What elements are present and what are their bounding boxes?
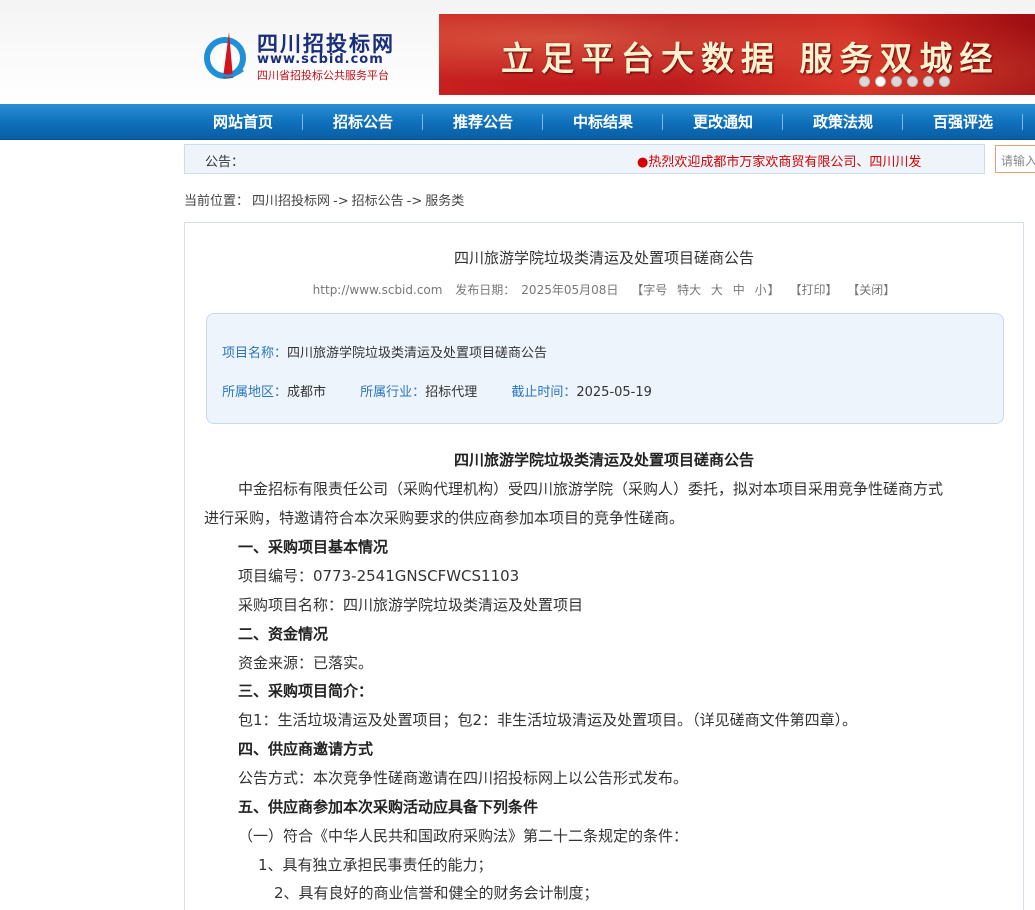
funding-source: 资金来源：已落实。 <box>238 654 374 672</box>
nav-items: 网站首页 招标公告 推荐公告 中标结果 更改通知 政策法规 百强评选 <box>183 104 1023 140</box>
main-nav: 网站首页 招标公告 推荐公告 中标结果 更改通知 政策法规 百强评选 <box>0 104 1035 140</box>
font-size-l[interactable]: 大 <box>711 283 723 297</box>
breadcrumb-separator: -> <box>333 194 349 209</box>
industry-value: 招标代理 <box>425 385 478 400</box>
article-title: 四川旅游学院垃圾类清运及处置项目磋商公告 <box>453 249 754 267</box>
site-logo[interactable]: 四川招投标网 www.scbid.com 四川省招投标公共服务平台 <box>203 28 423 86</box>
font-size-xl[interactable]: 特大 <box>677 283 701 297</box>
nav-item-1[interactable]: 招标公告 <box>303 104 423 140</box>
section-heading-5: 五、供应商参加本次采购活动应具备下列条件 <box>238 798 539 816</box>
logo-mark-icon <box>204 32 246 79</box>
nav-item-3[interactable]: 中标结果 <box>543 104 663 140</box>
condition-2: 2、具有良好的商业信誉和健全的财务会计制度； <box>274 884 599 902</box>
section-heading-2: 二、资金情况 <box>238 625 329 643</box>
font-size-label: 【字号 <box>631 283 668 297</box>
print-link[interactable]: 【打印】 <box>789 283 837 297</box>
condition-1: 1、具有独立承担民事责任的能力； <box>258 856 493 874</box>
banner-dot-3[interactable] <box>907 76 918 87</box>
region-key: 所属地区： <box>222 385 288 400</box>
banner-dot-4[interactable] <box>923 76 934 87</box>
article-site: http://www.scbid.com <box>312 283 443 297</box>
section-heading-4: 四、供应商邀请方式 <box>238 740 374 758</box>
nav-item-6[interactable]: 百强评选 <box>903 104 1023 140</box>
intro-line-2: 进行采购，特邀请符合本次采购要求的供应商参加本项目的竞争性磋商。 <box>204 509 685 527</box>
font-size-m[interactable]: 中 <box>733 283 745 297</box>
deadline-value: 2025-05-19 <box>576 385 652 400</box>
info-row-project: 项目名称：四川旅游学院垃圾类清运及处置项目磋商公告 <box>222 342 577 361</box>
nav-item-2[interactable]: 推荐公告 <box>423 104 543 140</box>
banner-dot-5[interactable] <box>939 76 950 87</box>
nav-item-5[interactable]: 政策法规 <box>783 104 903 140</box>
banner-dot-2[interactable] <box>891 76 902 87</box>
close-link[interactable]: 【关闭】 <box>847 283 895 297</box>
font-size-s[interactable]: 小 <box>755 283 767 297</box>
article-meta: http://www.scbid.com 发布日期： 2025年05月08日 【字… <box>185 281 1023 298</box>
project-name-value: 四川旅游学院垃圾类清运及处置项目磋商公告 <box>287 346 548 361</box>
banner-pagination <box>859 76 950 88</box>
site-header: 四川招投标网 www.scbid.com 四川省招投标公共服务平台 立足平台大数… <box>0 0 1035 104</box>
project-number: 项目编号：0773-2541GNSCFWCS1103 <box>238 567 520 585</box>
publish-date: 发布日期： 2025年05月08日 <box>455 283 619 297</box>
banner-dot-1[interactable] <box>875 76 886 87</box>
breadcrumb: 当前位置： 四川招投标网 -> 招标公告 -> 服务类 <box>184 190 467 209</box>
deadline-key: 截止时间： <box>511 385 577 400</box>
banner-dot-0[interactable] <box>859 76 870 87</box>
breadcrumb-home[interactable]: 四川招投标网 <box>252 194 330 209</box>
search-input[interactable]: 请输入 <box>995 145 1035 173</box>
banner-slogan: 立足平台大数据 服务双城经 <box>501 39 1000 78</box>
logo-subtitle: 四川省招投标公共服务平台 <box>257 69 389 82</box>
industry-key: 所属行业： <box>360 385 426 400</box>
nav-item-4[interactable]: 更改通知 <box>663 104 783 140</box>
project-info-box: 项目名称：四川旅游学院垃圾类清运及处置项目磋商公告 所属地区：成都市 所属行业：… <box>206 313 1004 424</box>
logo-url: www.scbid.com <box>257 52 384 67</box>
nav-item-0[interactable]: 网站首页 <box>183 104 303 140</box>
breadcrumb-prefix: 当前位置： <box>184 194 250 209</box>
notice-marquee[interactable]: ●热烈欢迎成都市万家欢商贸有限公司、四川川发 <box>637 151 967 170</box>
body-title: 四川旅游学院垃圾类清运及处置项目磋商公告 <box>453 451 754 469</box>
breadcrumb-bidding[interactable]: 招标公告 <box>352 194 404 209</box>
breadcrumb-separator: -> <box>406 194 423 209</box>
condition-intro: （一）符合《中华人民共和国政府采购法》第二十二条规定的条件： <box>238 827 689 845</box>
project-name: 采购项目名称：四川旅游学院垃圾类清运及处置项目 <box>238 596 584 614</box>
invitation-method: 公告方式：本次竞争性磋商邀请在四川招投标网上以公告形式发布。 <box>238 769 689 787</box>
region-value: 成都市 <box>287 385 327 400</box>
project-name-key: 项目名称： <box>222 346 288 361</box>
section-heading-1: 一、采购项目基本情况 <box>238 538 389 556</box>
notice-bar: 公告： ●热烈欢迎成都市万家欢商贸有限公司、四川川发 <box>184 144 985 174</box>
font-size-end: 】 <box>767 283 780 297</box>
info-row-details: 所属地区：成都市 所属行业：招标代理 截止时间：2025-05-19 <box>222 381 682 400</box>
section-heading-3: 三、采购项目简介： <box>238 682 374 700</box>
notice-label: 公告： <box>205 155 245 170</box>
article-panel: 四川旅游学院垃圾类清运及处置项目磋商公告 http://www.scbid.co… <box>184 222 1024 910</box>
project-summary: 包1：生活垃圾清运及处置项目；包2：非生活垃圾清运及处置项目。（详见磋商文件第四… <box>238 711 858 729</box>
intro-line-1: 中金招标有限责任公司（采购代理机构）受四川旅游学院（采购人）委托，拟对本项目采用… <box>238 480 944 498</box>
breadcrumb-service[interactable]: 服务类 <box>425 194 464 209</box>
header-banner[interactable]: 立足平台大数据 服务双城经 <box>439 14 1035 95</box>
